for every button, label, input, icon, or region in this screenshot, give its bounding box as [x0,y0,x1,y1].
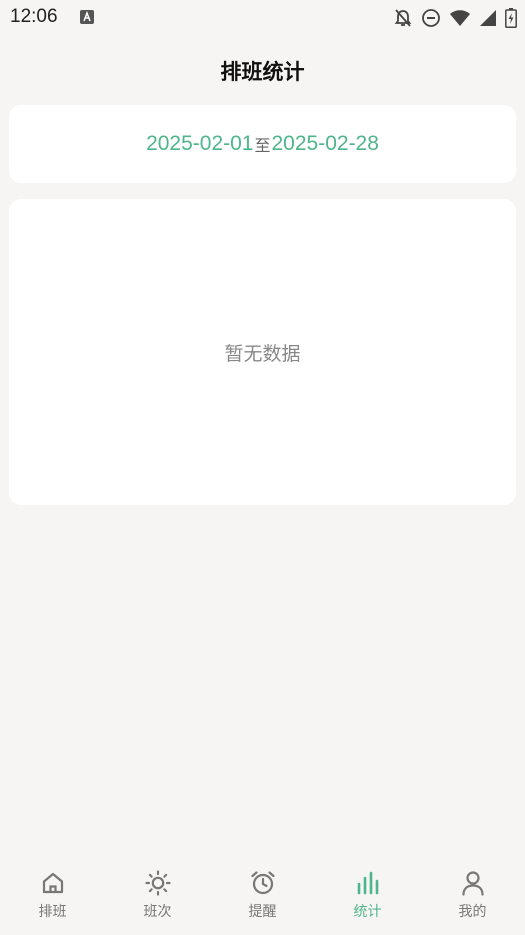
tab-label: 提醒 [248,904,277,920]
empty-state-text: 暂无数据 [224,342,301,365]
status-time: 12:06 [10,6,58,27]
signal-icon [480,10,496,26]
battery-charging-icon [505,8,517,28]
tab-label: 统计 [353,904,382,920]
tab-label: 排班 [38,904,67,920]
tab-shifts[interactable]: 班次 [105,860,210,935]
tab-statistics[interactable]: 统计 [315,860,420,935]
user-icon [461,871,484,896]
status-bar: 12:06 [0,0,525,36]
date-separator: 至 [254,136,271,155]
statistics-card: 暂无数据 [9,199,516,505]
tab-label: 班次 [143,904,172,920]
home-icon [42,872,63,894]
do-not-disturb-icon [422,9,440,27]
sun-icon [144,870,171,896]
tab-profile[interactable]: 我的 [420,860,525,935]
tab-schedule[interactable]: 排班 [0,860,105,935]
bar-chart-icon [357,871,378,895]
wifi-icon [450,10,470,26]
bottom-tab-bar: 排班 班次 提醒 统计 我的 [0,860,525,935]
tab-reminders[interactable]: 提醒 [210,860,315,935]
bell-off-icon [394,9,412,27]
date-range-card[interactable]: 2025-02-01 至 2025-02-28 [9,105,516,183]
end-date[interactable]: 2025-02-28 [272,132,379,156]
start-date[interactable]: 2025-02-01 [146,132,253,156]
status-icons [393,7,517,29]
font-app-icon [80,10,94,24]
alarm-clock-icon [250,871,275,895]
page-title: 排班统计 [220,60,305,84]
tab-label: 我的 [458,904,487,920]
